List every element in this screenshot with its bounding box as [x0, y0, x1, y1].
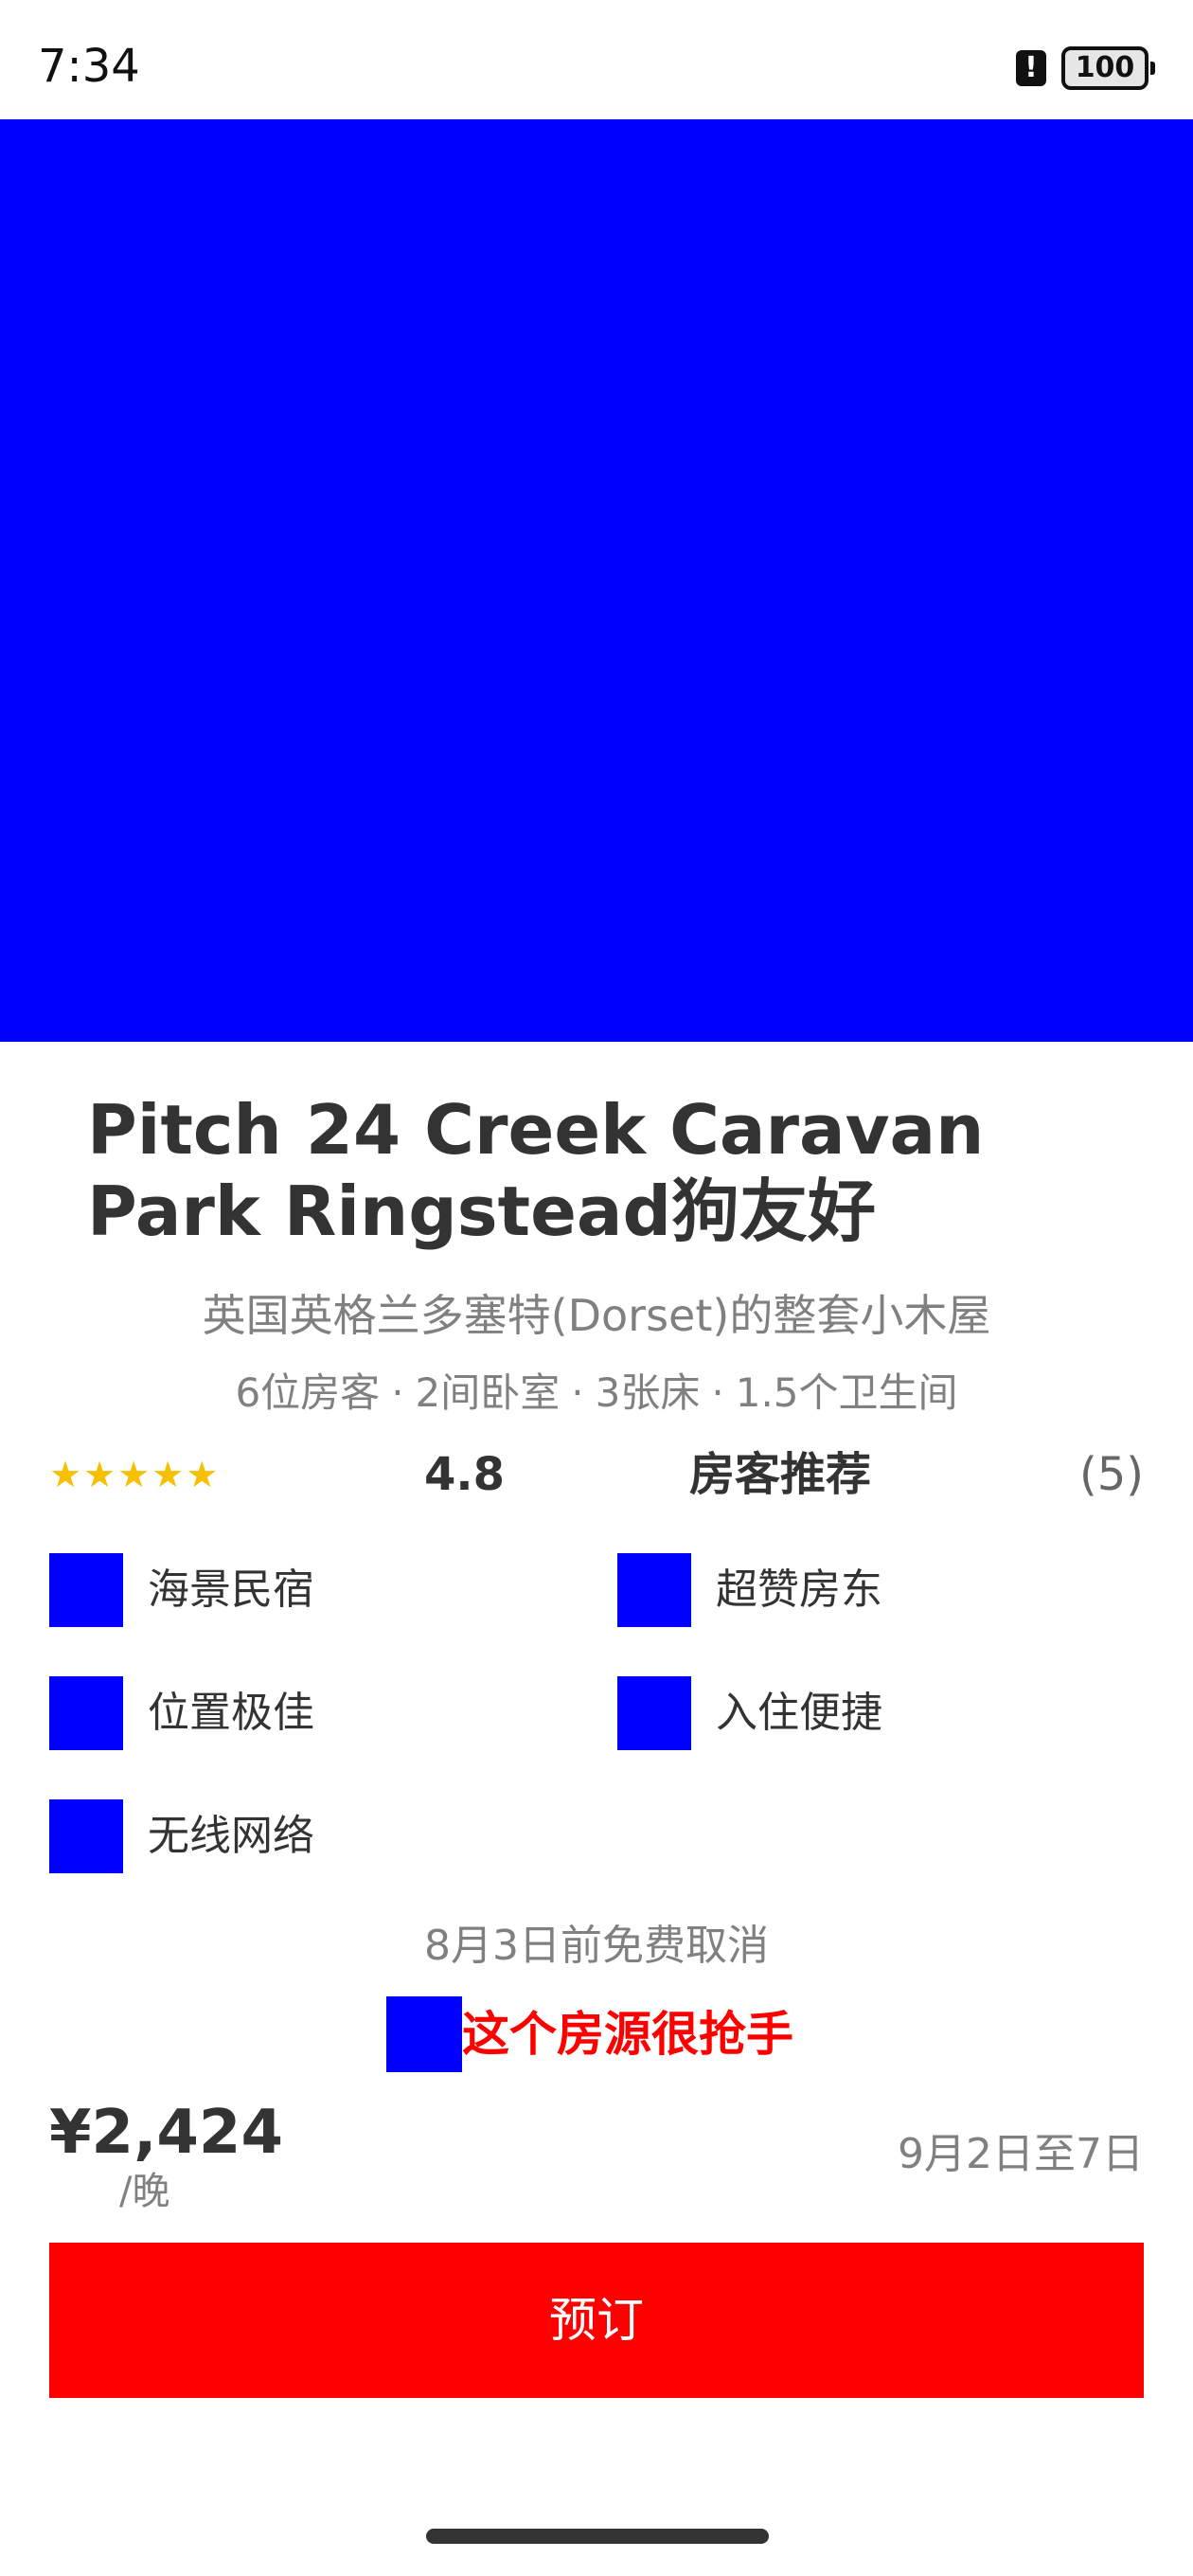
- status-bar: 7:34 ! 100: [0, 0, 1193, 119]
- book-button[interactable]: 预订: [49, 2243, 1144, 2398]
- amenity-item: 海景民宿: [49, 1553, 314, 1627]
- home-indicator[interactable]: [426, 2529, 769, 2544]
- alert-icon: !: [1016, 50, 1046, 86]
- review-count[interactable]: (5): [1079, 1443, 1144, 1506]
- amenity-item: 入住便捷: [617, 1676, 882, 1750]
- amenity-label: 位置极佳: [148, 1689, 314, 1737]
- amenity-item: 位置极佳: [49, 1676, 314, 1750]
- amenity-item: 无线网络: [49, 1799, 314, 1873]
- listing-subtitle: 英国英格兰多塞特(Dorset)的整套小木屋: [202, 1290, 991, 1341]
- amenity-label: 超赞房东: [716, 1565, 882, 1614]
- location-icon: [49, 1676, 123, 1750]
- rare-find-banner: 这个房源很抢手: [386, 1996, 793, 2072]
- rare-find-icon: [386, 1996, 462, 2072]
- amenity-label: 无线网络: [148, 1812, 314, 1860]
- star-rating-icon: ★★★★★: [49, 1454, 221, 1495]
- spec-baths: 1.5个卫生间: [735, 1369, 958, 1416]
- self-checkin-icon: [617, 1676, 691, 1750]
- amenity-label: 入住便捷: [716, 1689, 882, 1737]
- status-icons: ! 100: [1016, 44, 1155, 93]
- spec-separator: ·: [711, 1369, 724, 1416]
- listing-photo[interactable]: [0, 119, 1193, 1042]
- price-unit: /晚: [119, 2170, 170, 2213]
- spec-beds: 3张床: [595, 1369, 701, 1416]
- listing-specs: 6位房客 · 2间卧室 · 3张床 · 1.5个卫生间: [0, 1364, 1193, 1422]
- rating-value: 4.8: [424, 1448, 506, 1501]
- status-time: 7:34: [38, 40, 140, 93]
- spec-separator: ·: [571, 1369, 584, 1416]
- amenity-label: 海景民宿: [148, 1565, 314, 1614]
- battery-tip: [1150, 62, 1155, 75]
- wifi-icon: [49, 1799, 123, 1873]
- spec-separator: ·: [391, 1369, 404, 1416]
- battery-icon: 100: [1061, 46, 1155, 90]
- spec-guests: 6位房客: [235, 1369, 381, 1416]
- nightly-price: ¥2,424: [49, 2098, 283, 2168]
- rare-find-label: 这个房源很抢手: [462, 2007, 793, 2062]
- stay-dates[interactable]: 9月2日至7日: [898, 2125, 1144, 2184]
- ocean-view-icon: [49, 1553, 123, 1627]
- free-cancellation-note: 8月3日前免费取消: [424, 1922, 769, 1970]
- listing-title: Pitch 24 Creek Caravan Park Ringstead狗友好: [87, 1090, 985, 1251]
- spec-bedrooms: 2间卧室: [415, 1369, 561, 1416]
- guest-favorite-label: 房客推荐: [689, 1448, 872, 1501]
- superhost-icon: [617, 1553, 691, 1627]
- rating-row[interactable]: ★★★★★ 4.8 房客推荐 (5): [49, 1443, 1144, 1506]
- battery-level: 100: [1061, 46, 1148, 90]
- amenity-item: 超赞房东: [617, 1553, 882, 1627]
